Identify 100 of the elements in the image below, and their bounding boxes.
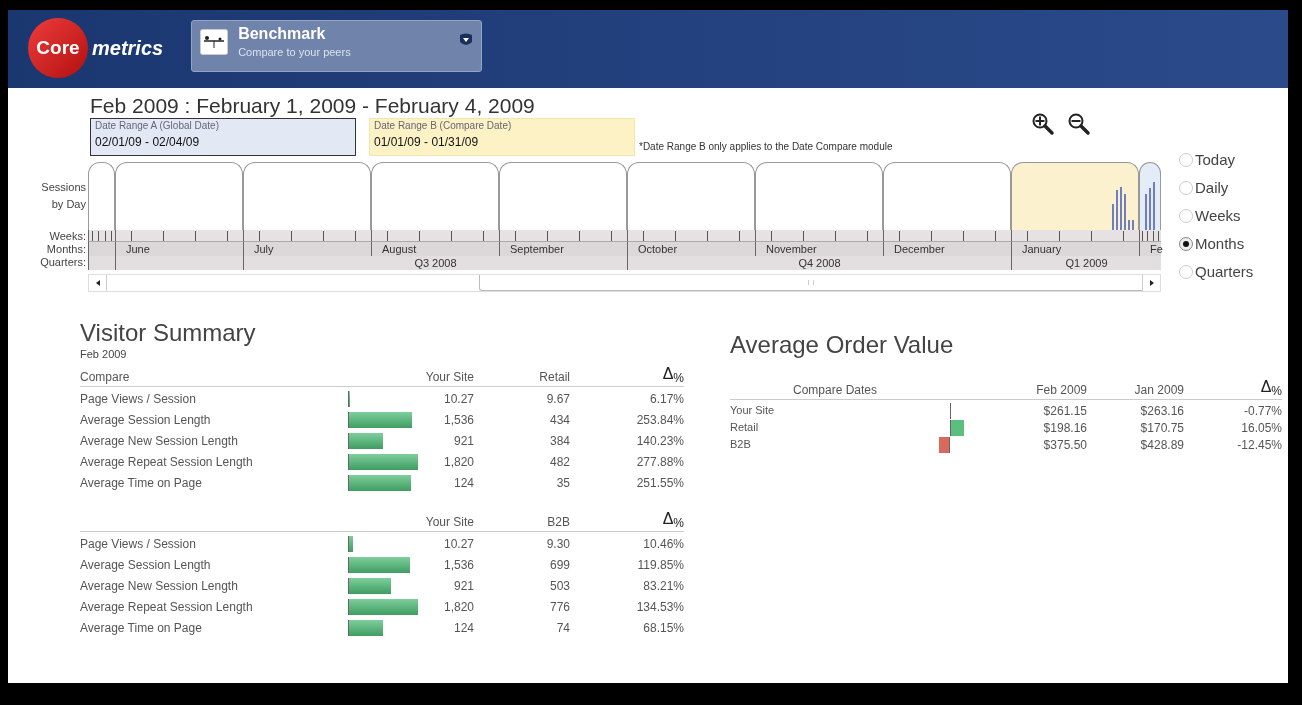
- month-tab[interactable]: [755, 162, 883, 230]
- metric-bar: [348, 412, 412, 428]
- peer-value: 74: [555, 620, 570, 637]
- zoom-out-icon[interactable]: [1067, 112, 1091, 136]
- column-header: Δ$_{%}$: [1259, 377, 1282, 399]
- month-label: July: [254, 242, 274, 256]
- delta-value: -12.45%: [1236, 436, 1282, 454]
- granularity-radio[interactable]: Quarters: [1179, 258, 1254, 286]
- delta-value: 251.55%: [635, 475, 684, 492]
- peer-value: 434: [548, 412, 570, 429]
- month-label: August: [382, 242, 417, 256]
- chart-label: Sessions by Day: [40, 180, 86, 212]
- quarter-label: Q4 2008: [798, 257, 841, 269]
- month-tab[interactable]: [371, 162, 499, 230]
- your-site-value: 1,820: [442, 454, 474, 471]
- date-range-value: 01/01/09 - 01/31/09: [374, 134, 480, 151]
- delta-value: 10.46%: [642, 536, 684, 553]
- column-header: Δ$_{%}$: [661, 508, 684, 531]
- date-title: Feb 2009 : February 1, 2009 - February 4, 2009: [90, 94, 536, 118]
- your-site-value: 10.27: [442, 391, 474, 408]
- metric-label: Page Views / Session: [80, 391, 197, 408]
- change-bar: [939, 436, 950, 453]
- peer-value: 503: [548, 578, 570, 595]
- scale-icon: [200, 29, 229, 55]
- your-site-value: 124: [452, 475, 474, 492]
- logo-text: metrics: [92, 36, 164, 61]
- granularity-radio[interactable]: Weeks: [1179, 202, 1254, 230]
- month-label: Fe: [1150, 242, 1163, 256]
- section-title: Visitor Summary: [80, 320, 257, 346]
- date-range-note: *Date Range B only applies to the Date Compare module: [639, 140, 893, 154]
- peer-value: 482: [548, 454, 570, 471]
- row-label: Weeks:: [49, 230, 86, 243]
- row-label: Months:: [46, 243, 86, 256]
- date-range-value: 02/01/09 - 02/04/09: [95, 134, 201, 151]
- peer-value: 35: [555, 475, 570, 492]
- month-label: December: [894, 242, 945, 256]
- quarter-label: Q1 2009: [1065, 257, 1108, 269]
- date-range-field[interactable]: Date Range B (Compare Date) 01/01/09 - 01/31/09: [369, 118, 635, 156]
- metric-label: Page Views / Session: [80, 536, 197, 553]
- jan-value: $263.16: [1139, 402, 1184, 420]
- delta-value: 6.17%: [648, 391, 684, 408]
- granularity-radio[interactable]: Today: [1179, 146, 1254, 174]
- scroll-thumb[interactable]: [479, 275, 1142, 291]
- delta-value: 119.85%: [636, 557, 684, 574]
- metric-bar: [348, 454, 418, 470]
- month-tab[interactable]: [883, 162, 1011, 230]
- month-tab[interactable]: [1139, 162, 1161, 230]
- peer-value: 699: [548, 557, 570, 574]
- metric-label: Average Repeat Session Length: [80, 454, 254, 471]
- column-header: B2B: [546, 513, 570, 531]
- month-label: June: [126, 242, 150, 256]
- metric-label: Average Session Length: [80, 412, 212, 429]
- delta-value: 140.23%: [635, 433, 684, 450]
- peer-value: 384: [548, 433, 570, 450]
- your-site-value: 1,536: [442, 557, 474, 574]
- your-site-value: 1,820: [442, 599, 474, 616]
- metric-label: Average Time on Page: [80, 620, 203, 637]
- logo-text: Core: [36, 35, 80, 60]
- granularity-radio[interactable]: Months: [1179, 230, 1254, 258]
- your-site-value: 921: [452, 578, 474, 595]
- scrollbar[interactable]: [88, 274, 1161, 292]
- your-site-value: 921: [452, 433, 474, 450]
- quarter-label: Q3 2008: [414, 257, 457, 269]
- metric-label: Average Session Length: [80, 557, 212, 574]
- month-label: January: [1022, 242, 1062, 256]
- month-tab[interactable]: [243, 162, 371, 230]
- month-tab[interactable]: [627, 162, 755, 230]
- module-title: Benchmark: [238, 24, 327, 44]
- month-label: September: [510, 242, 564, 256]
- section-subtitle: Feb 2009: [80, 347, 128, 362]
- month-tab[interactable]: [115, 162, 243, 230]
- metric-bar: [348, 433, 383, 449]
- column-header: Feb 2009: [1035, 382, 1087, 399]
- column-header: Compare: [80, 369, 130, 384]
- date-range-label: Date Range B (Compare Date): [374, 119, 513, 133]
- month-label: November: [766, 242, 817, 256]
- jan-value: $428.89: [1139, 436, 1184, 454]
- zoom-in-icon[interactable]: [1031, 112, 1055, 136]
- metric-bar: [348, 578, 391, 594]
- row-label: Quarters:: [40, 256, 86, 269]
- feb-value: $261.15: [1042, 402, 1087, 420]
- delta-value: -0.77%: [1242, 402, 1282, 420]
- month-tab[interactable]: [499, 162, 627, 230]
- module-dropdown[interactable]: Benchmark Compare to your peers: [191, 20, 483, 72]
- your-site-value: 10.27: [442, 536, 474, 553]
- metric-label: Average Time on Page: [80, 475, 203, 492]
- row-label: Your Site: [730, 403, 776, 419]
- delta-value: 253.84%: [635, 412, 684, 429]
- feb-value: $198.16: [1042, 419, 1087, 437]
- date-range-field[interactable]: Date Range A (Global Date) 02/01/09 - 02/04/09: [90, 118, 356, 156]
- column-header: Your Site: [424, 368, 474, 386]
- metric-label: Average Repeat Session Length: [80, 599, 254, 616]
- delta-value: 16.05%: [1240, 419, 1282, 437]
- month-tab[interactable]: [88, 162, 115, 230]
- metric-label: Average New Session Length: [80, 578, 239, 595]
- date-range-label: Date Range A (Global Date): [95, 119, 220, 133]
- month-tab[interactable]: [1011, 162, 1139, 230]
- delta-value: 83.21%: [642, 578, 684, 595]
- granularity-radio[interactable]: Daily: [1179, 174, 1254, 202]
- module-subtitle: Compare to your peers: [238, 45, 352, 60]
